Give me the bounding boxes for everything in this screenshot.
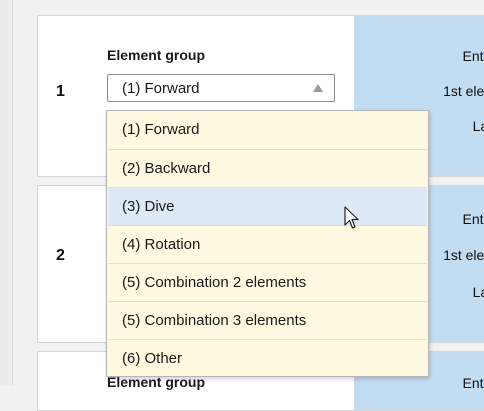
option-combination-3[interactable]: (5) Combination 3 elements <box>108 301 427 339</box>
option-combination-2[interactable]: (5) Combination 2 elements <box>108 263 427 301</box>
element-group-label: Element group <box>107 47 206 63</box>
element-group-select-value: (1) Forward <box>122 80 200 97</box>
caret-up-icon <box>313 84 323 92</box>
entry-label-3: Entra <box>462 375 484 391</box>
option-backward[interactable]: (2) Backward <box>108 149 427 187</box>
element-group-select[interactable]: (1) Forward <box>107 74 335 102</box>
element-group-dropdown: (1) Forward (2) Backward (3) Dive (4) Ro… <box>106 110 429 377</box>
option-other[interactable]: (6) Other <box>108 339 427 377</box>
row-number-1: 1 <box>56 83 65 100</box>
entry-label-1: Entra <box>462 48 484 64</box>
mouse-cursor-icon <box>344 206 359 229</box>
first-element-label-1: 1st elem <box>443 83 484 99</box>
option-forward[interactable]: (1) Forward <box>108 111 427 149</box>
row-number-2: 2 <box>56 247 65 264</box>
left-rail <box>0 0 13 385</box>
option-rotation[interactable]: (4) Rotation <box>108 225 427 263</box>
option-dive[interactable]: (3) Dive <box>108 187 427 225</box>
